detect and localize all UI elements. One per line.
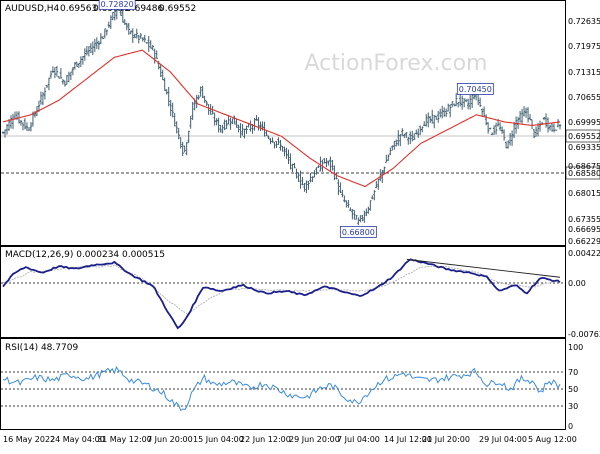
- macd-ytick: -0.007633: [568, 330, 600, 339]
- macd-signal-line: [2, 264, 561, 315]
- macd-series: [2, 258, 561, 330]
- x-tick: 15 Jun 04:00: [193, 435, 244, 444]
- macd-ytick: 0.004229: [568, 249, 600, 258]
- price-annotation-label: 0.66800: [342, 228, 375, 237]
- price-ohlc-close: 0.69552: [159, 4, 196, 14]
- watermark: ActionForex.com: [305, 51, 488, 76]
- current-price-label: 0.69552: [568, 132, 600, 141]
- price-ytick: 0.71315: [568, 68, 600, 77]
- price-ytick: 0.68015: [568, 189, 600, 198]
- macd-title: MACD(12,26,9) 0.000234 0.000515: [5, 250, 165, 260]
- price-title: AUDUSD,H4: [5, 4, 60, 14]
- x-tick: 16 May 2022: [3, 435, 55, 444]
- x-tick: 31 May 12:00: [97, 435, 152, 444]
- rsi-ytick: 0: [568, 422, 573, 431]
- price-ytick: 0.67355: [568, 215, 600, 224]
- price-annotation-label: 0.72820: [101, 0, 134, 9]
- price-annotation-label: 0.70450: [459, 85, 492, 94]
- macd-ytick: 0.00: [568, 279, 586, 288]
- rsi-ytick: 50: [568, 385, 578, 394]
- price-ytick: 0.68675: [568, 162, 600, 171]
- price-ytick: 0.69335: [568, 143, 600, 152]
- rsi-ytick: 70: [568, 368, 578, 377]
- rsi-title: RSI(14) 48.7709: [5, 343, 78, 353]
- x-tick: 22 Jun 12:00: [240, 435, 291, 444]
- price-ytick: 0.66695: [568, 225, 600, 234]
- x-tick: 29 Jun 20:00: [289, 435, 340, 444]
- rsi-ytick: 30: [568, 402, 578, 411]
- x-tick: 7 Jul 04:00: [337, 435, 380, 444]
- x-tick: 29 Jul 04:00: [479, 435, 527, 444]
- chart-container: ActionForex.com AUDUSD,H4 0.69563 0.6961…: [0, 0, 600, 450]
- rsi-ytick: 100: [568, 343, 583, 352]
- x-tick: 7 Jun 20:00: [147, 435, 193, 444]
- price-ytick: 0.69995: [568, 118, 600, 127]
- price-ytick: 0.72635: [568, 17, 600, 26]
- rsi-panel-frame: [0, 338, 566, 430]
- macd-line: [2, 258, 561, 330]
- chart-svg: ActionForex.com AUDUSD,H4 0.69563 0.6961…: [0, 0, 600, 444]
- price-ytick: 0.70655: [568, 93, 600, 102]
- price-panel-frame: [0, 0, 566, 246]
- price-ytick: 0.66229: [568, 237, 600, 246]
- x-tick: 21 Jul 20:00: [422, 435, 470, 444]
- price-ohlc-open: 0.69563: [60, 4, 97, 14]
- price-ytick: 0.71975: [568, 42, 600, 51]
- price-bars: [1, 1, 562, 225]
- x-tick: 5 Aug 12:00: [528, 435, 577, 444]
